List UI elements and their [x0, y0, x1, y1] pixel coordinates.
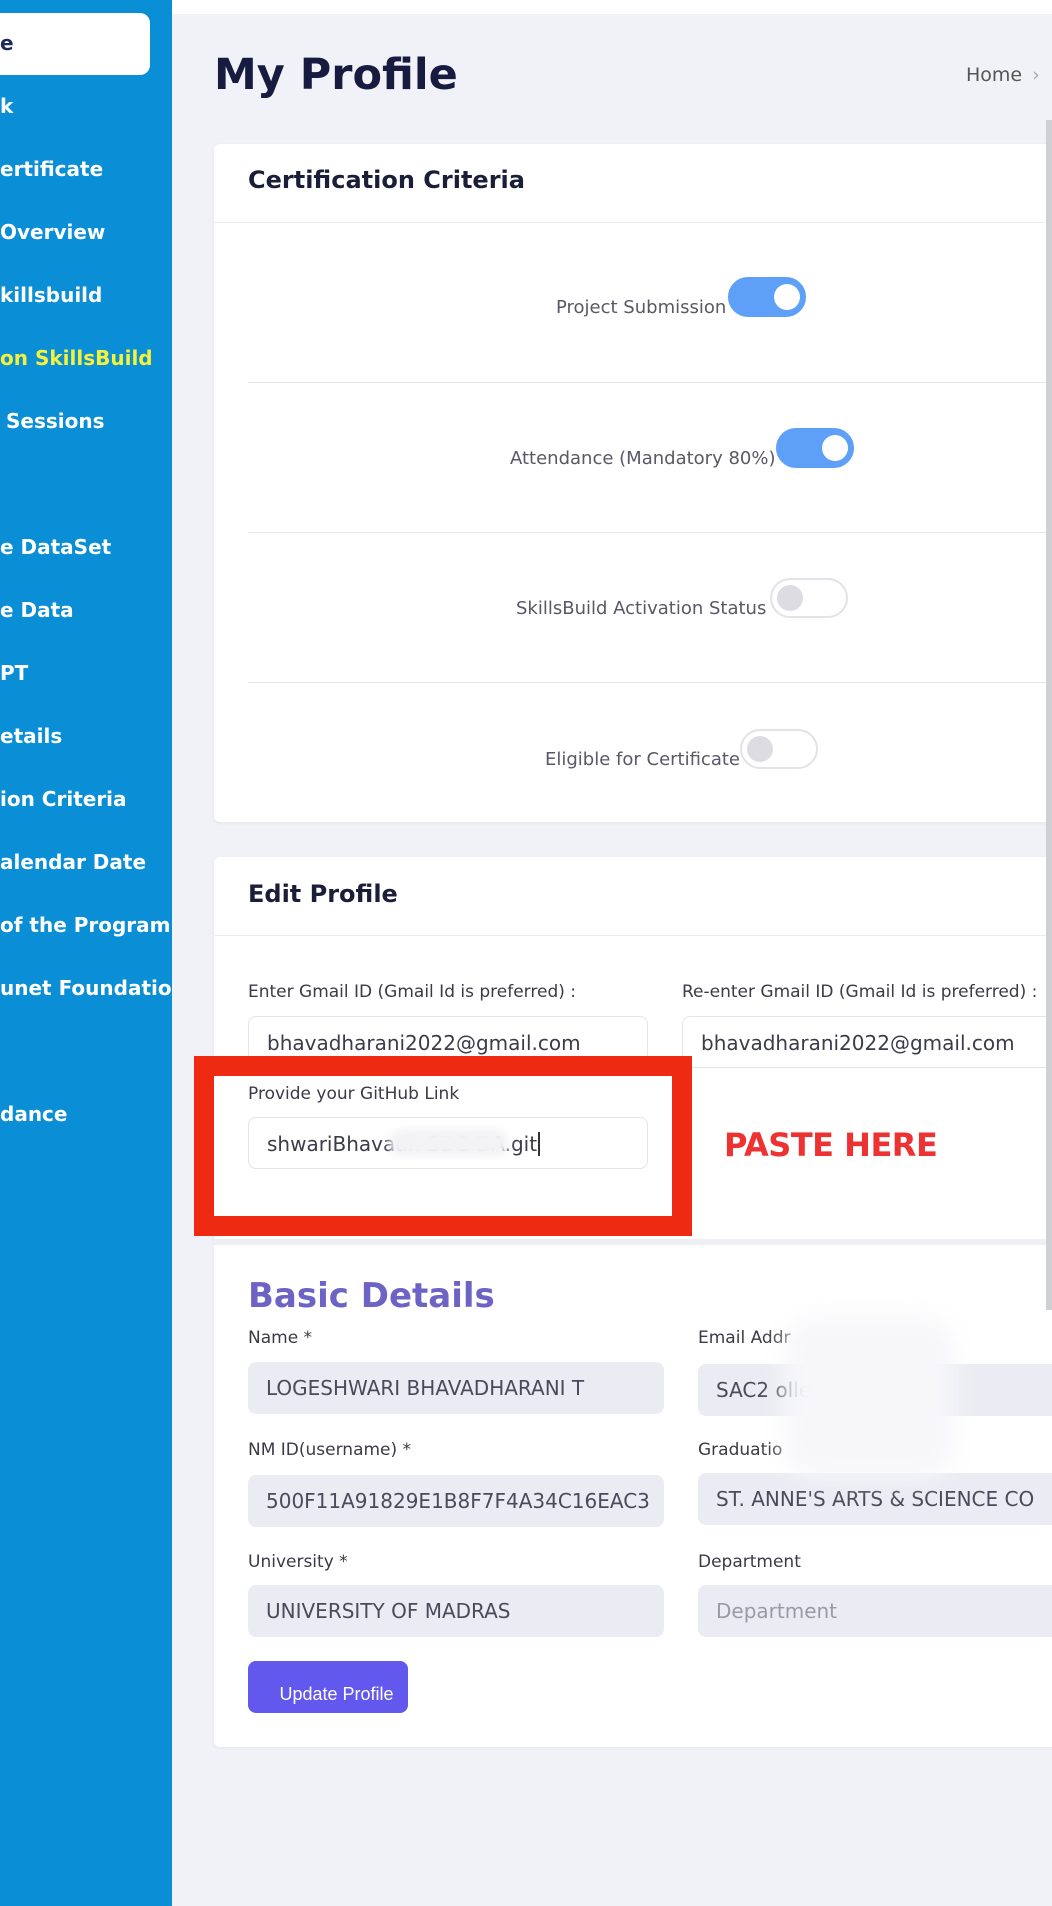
page-title: My Profile [214, 50, 458, 100]
regmail-label: Re-enter Gmail ID (Gmail Id is preferred… [682, 982, 1038, 1002]
update-profile-button[interactable]: Update Profile [248, 1661, 408, 1713]
nm-id-field[interactable]: 500F11A91829E1B8F7F4A34C16EAC3 [248, 1475, 664, 1527]
sidebar-item-foundation[interactable]: unet Foundation [0, 976, 172, 1000]
name-field[interactable]: LOGESHWARI BHAVADHARANI T [248, 1362, 664, 1414]
sidebar-item-on-skillsbuild[interactable]: on SkillsBuild [0, 346, 153, 370]
sidebar-item-label: e [0, 31, 14, 55]
sidebar-item-skillsbuild[interactable]: killsbuild [0, 283, 102, 307]
criteria-label: SkillsBuild Activation Status [516, 598, 767, 619]
graduation-field[interactable]: ST. ANNE'S ARTS & SCIENCE CO [698, 1473, 1052, 1525]
divider [248, 382, 1052, 383]
sidebar-item-attendance[interactable]: dance [0, 1102, 67, 1126]
edit-profile-title: Edit Profile [248, 880, 398, 908]
scrollbar[interactable] [1046, 120, 1052, 1310]
sidebar-item-ppt[interactable]: PT [0, 661, 28, 685]
top-bar [172, 0, 1052, 14]
gmail-label: Enter Gmail ID (Gmail Id is preferred) : [248, 982, 576, 1002]
sidebar-item-program[interactable]: of the Program [0, 913, 171, 937]
breadcrumb: Home › [966, 64, 1040, 86]
toggle-knob [774, 284, 800, 310]
project-submission-toggle[interactable] [728, 277, 806, 317]
basic-details-title: Basic Details [248, 1276, 495, 1316]
regmail-field[interactable]: bhavadharani2022@gmail.com [682, 1016, 1052, 1068]
divider [214, 935, 1052, 936]
toggle-knob [747, 736, 773, 762]
sidebar-item-sessions[interactable]: Sessions [6, 409, 105, 433]
sidebar-item-data[interactable]: e Data [0, 598, 74, 622]
graduation-label: Graduatio [698, 1440, 783, 1460]
divider [214, 222, 1052, 223]
sidebar-item[interactable]: k [0, 94, 13, 118]
eligible-certificate-toggle[interactable] [740, 729, 818, 769]
criteria-label: Project Submission [556, 297, 727, 318]
nm-id-label: NM ID(username) * [248, 1440, 412, 1460]
sidebar-item-calendar[interactable]: alendar Date [0, 850, 146, 874]
sidebar-item-details[interactable]: etails [0, 724, 62, 748]
divider [214, 1239, 1052, 1245]
toggle-knob [777, 585, 803, 611]
criteria-title: Certification Criteria [248, 166, 525, 194]
annotation-highlight-box [194, 1056, 692, 1236]
sidebar-item-active[interactable]: e [0, 13, 150, 75]
redaction-blur [784, 1317, 954, 1477]
sidebar-item-dataset[interactable]: e DataSet [0, 535, 111, 559]
sidebar-item-overview[interactable]: Overview [0, 220, 105, 244]
department-field[interactable]: Department [698, 1585, 1052, 1637]
toggle-knob [822, 435, 848, 461]
sidebar-item-certificate[interactable]: ertificate [0, 157, 103, 181]
criteria-label: Attendance (Mandatory 80%) [510, 448, 776, 469]
university-label: University * [248, 1552, 348, 1572]
sidebar: e k ertificate Overview killsbuild on Sk… [0, 0, 172, 1906]
breadcrumb-separator-icon: › [1032, 64, 1040, 86]
name-label: Name * [248, 1328, 313, 1348]
divider [248, 532, 1052, 533]
skillsbuild-activation-toggle[interactable] [770, 578, 848, 618]
certification-criteria-card: Certification Criteria Project Submissio… [214, 144, 1052, 822]
attendance-toggle[interactable] [776, 428, 854, 468]
sidebar-item-criteria[interactable]: ion Criteria [0, 787, 127, 811]
university-field[interactable]: UNIVERSITY OF MADRAS [248, 1585, 664, 1637]
email-address-label: Email Addr [698, 1328, 791, 1348]
breadcrumb-home[interactable]: Home [966, 64, 1022, 86]
annotation-paste-here: PASTE HERE [724, 1126, 938, 1164]
department-label: Department [698, 1552, 801, 1572]
divider [248, 682, 1052, 683]
criteria-label: Eligible for Certificate [545, 749, 740, 770]
